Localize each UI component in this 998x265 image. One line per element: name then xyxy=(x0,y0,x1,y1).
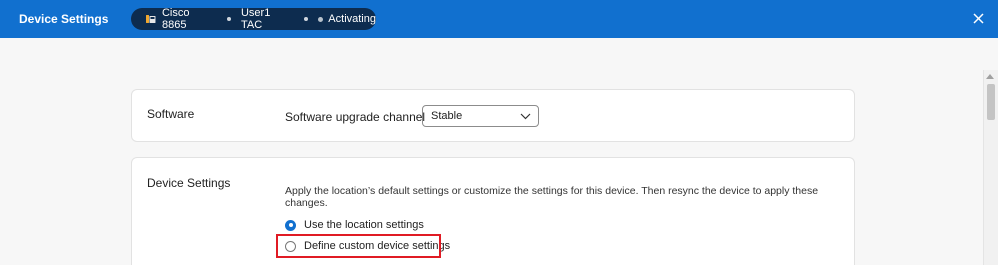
device-user: User1 TAC xyxy=(240,7,271,31)
radio-label: Use the location settings xyxy=(304,219,424,231)
scroll-up-arrow-icon[interactable] xyxy=(986,74,994,79)
device-settings-title: Device Settings xyxy=(147,176,231,190)
separator-dot xyxy=(226,17,231,21)
separator-dot xyxy=(304,17,309,21)
radio-selected-icon[interactable] xyxy=(285,219,296,231)
upgrade-channel-select[interactable]: Stable xyxy=(422,105,539,127)
device-model: Cisco 8865 xyxy=(161,7,190,31)
close-icon[interactable] xyxy=(972,12,985,25)
top-bar: Device Settings Cisco 8865 User1 TAC Act… xyxy=(0,0,998,38)
upgrade-channel-label: Software upgrade channel xyxy=(285,110,426,124)
device-status: Activating xyxy=(328,13,376,25)
software-card: Software Software upgrade channel Stable xyxy=(131,89,855,142)
desk-phone-icon xyxy=(146,15,156,23)
radio-use-location-settings[interactable]: Use the location settings xyxy=(285,219,424,231)
device-info-pill: Cisco 8865 User1 TAC Activating xyxy=(131,7,376,31)
device-settings-card: Device Settings Apply the location’s def… xyxy=(131,157,855,265)
status-dot-icon xyxy=(318,16,324,22)
highlight-box xyxy=(276,234,441,258)
chevron-down-icon xyxy=(520,113,531,120)
device-settings-description: Apply the location’s default settings or… xyxy=(285,185,819,209)
software-title: Software xyxy=(147,107,195,121)
upgrade-channel-value: Stable xyxy=(431,110,463,122)
page-title: Device Settings xyxy=(19,12,109,26)
scroll-thumb[interactable] xyxy=(987,84,995,120)
